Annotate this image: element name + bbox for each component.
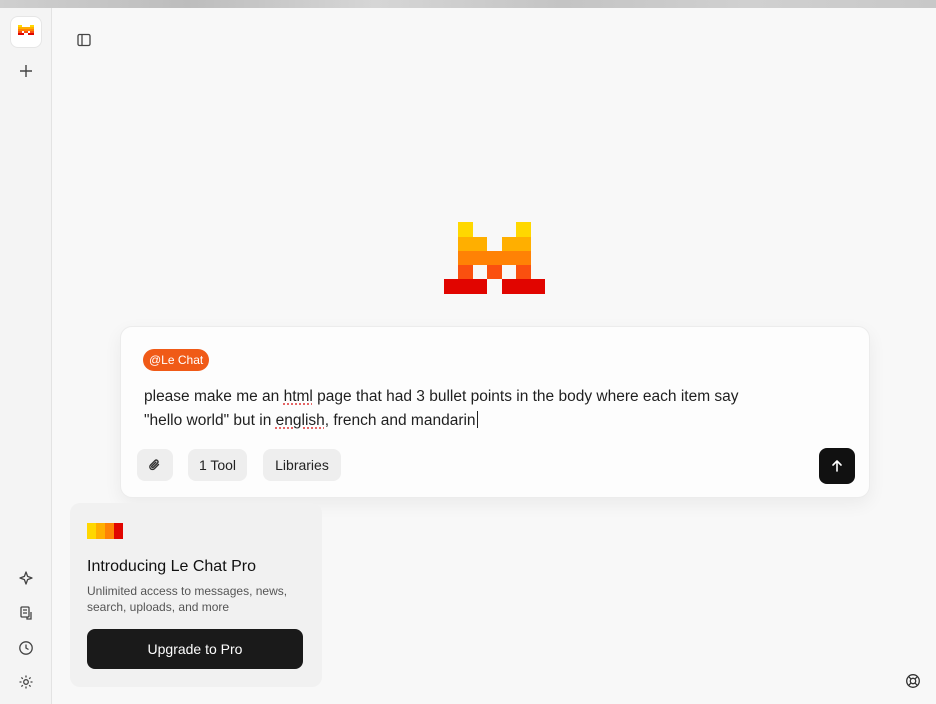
plus-icon (20, 65, 32, 77)
prompt-text-2a: "hello world" but in (144, 412, 276, 429)
chat-composer[interactable]: @Le Chat please make me an html page tha… (120, 326, 870, 498)
help-lifebuoy-icon (906, 674, 920, 688)
browser-tab-strip (0, 0, 936, 8)
settings-button[interactable] (14, 670, 38, 694)
prompt-text-2b: , french and mandarin (324, 412, 476, 429)
text-caret (476, 411, 478, 428)
gear-icon (19, 675, 33, 689)
agents-button[interactable] (14, 566, 38, 590)
promo-description: Unlimited access to messages, news, sear… (87, 584, 288, 614)
promo-color-bars (87, 523, 123, 539)
send-button[interactable] (819, 448, 855, 484)
mistral-logo-icon (18, 25, 34, 35)
prompt-spell-html: html (283, 388, 313, 405)
prompt-input[interactable]: please make me an html page that had 3 b… (144, 385, 844, 433)
pro-promo-card: Introducing Le Chat Pro Unlimited access… (70, 503, 322, 687)
mention-tag[interactable]: @Le Chat (143, 349, 210, 371)
prompt-text-1a: please make me an (144, 388, 284, 405)
attach-button[interactable] (137, 449, 173, 481)
library-icon (20, 606, 32, 620)
mistral-big-logo (444, 222, 545, 294)
help-button[interactable] (902, 670, 924, 692)
sidebar (0, 8, 52, 704)
sidebar-panel-icon (77, 33, 91, 47)
sparkle-agents-icon (19, 571, 33, 585)
history-clock-icon (19, 641, 33, 655)
new-chat-button[interactable] (14, 59, 38, 83)
toggle-sidebar-button[interactable] (72, 28, 96, 52)
history-button[interactable] (14, 636, 38, 660)
tools-button[interactable]: 1 Tool (188, 449, 247, 481)
libraries-button[interactable]: Libraries (263, 449, 341, 481)
paperclip-icon (149, 459, 160, 471)
library-button[interactable] (14, 601, 38, 625)
prompt-text-1b: page that had 3 bullet points in the bod… (312, 388, 739, 405)
prompt-spell-english: english (275, 412, 325, 429)
upgrade-button[interactable]: Upgrade to Pro (87, 629, 303, 669)
arrow-up-icon (832, 460, 842, 472)
home-logo-button[interactable] (10, 16, 42, 48)
promo-title: Introducing Le Chat Pro (87, 558, 256, 575)
